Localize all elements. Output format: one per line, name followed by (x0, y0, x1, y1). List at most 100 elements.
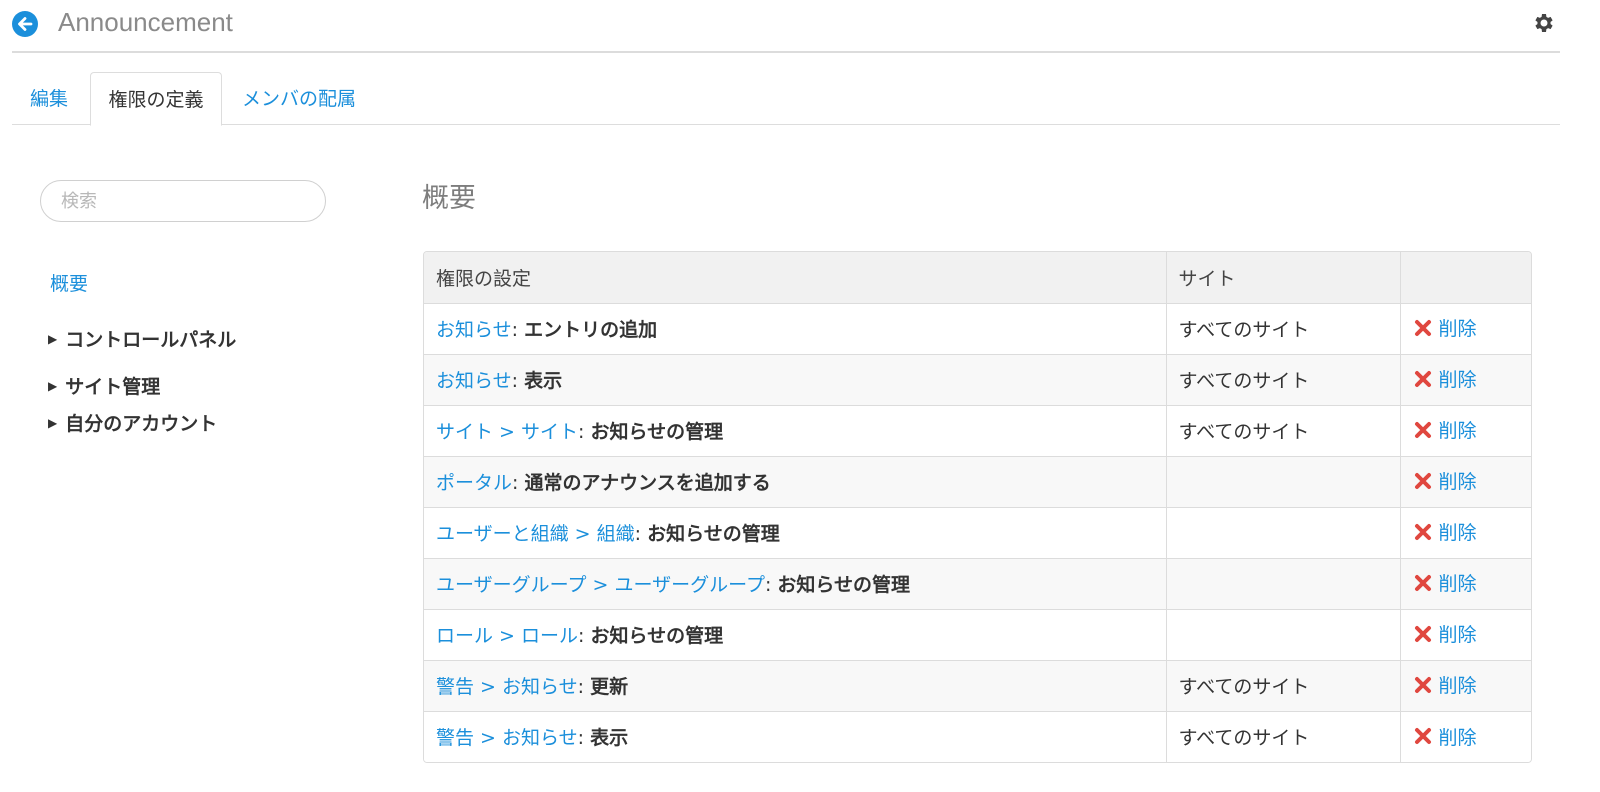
permission-cell: 警告 > お知らせ: 更新 (424, 660, 1167, 712)
delete-x-icon (1414, 625, 1431, 642)
table-row: ポータル: 通常のアナウンスを追加する 削除 (424, 456, 1531, 508)
permission-separator: : (512, 472, 525, 494)
tab-assign-members[interactable]: メンバの配属 (224, 72, 374, 126)
permission-resource-link[interactable]: 警告 > お知らせ (436, 676, 578, 698)
tab-define-permissions[interactable]: 権限の定義 (90, 72, 222, 126)
permission-separator: : (511, 319, 525, 341)
delete-label: 削除 (1438, 624, 1477, 647)
column-header-site: サイト (1166, 252, 1401, 304)
permission-action: エントリの追加 (524, 319, 658, 341)
back-button[interactable] (12, 11, 38, 37)
table-row: 警告 > お知らせ: 表示 すべてのサイト 削除 (424, 711, 1531, 762)
permission-action: 更新 (590, 676, 629, 698)
site-cell (1166, 609, 1401, 661)
site-cell (1166, 507, 1401, 559)
delete-label: 削除 (1438, 318, 1477, 341)
actions-cell: 削除 (1400, 405, 1531, 457)
permission-cell: ロール > ロール: お知らせの管理 (424, 609, 1167, 661)
permission-action: お知らせの管理 (647, 523, 780, 545)
delete-button[interactable]: 削除 (1413, 723, 1477, 750)
sidebar-item-summary[interactable]: 概要 (50, 269, 88, 296)
permission-resource-link[interactable]: お知らせ (436, 319, 512, 341)
app-title: Announcement (58, 7, 233, 37)
delete-label: 削除 (1438, 573, 1477, 596)
sidebar-item-site-admin[interactable]: ▶ サイト管理 (48, 372, 160, 399)
caret-right-icon: ▶ (48, 416, 58, 430)
permission-action: お知らせの管理 (590, 421, 724, 443)
delete-button[interactable]: 削除 (1413, 314, 1477, 341)
delete-x-icon (1414, 370, 1431, 387)
settings-button[interactable] (1532, 11, 1556, 35)
permission-action: お知らせの管理 (777, 574, 911, 596)
permission-separator: : (634, 523, 648, 545)
permission-resource-link[interactable]: ユーザーグループ > ユーザーグループ (436, 574, 765, 596)
delete-x-icon (1414, 472, 1431, 489)
search-input[interactable] (40, 180, 326, 222)
delete-x-icon (1414, 676, 1431, 693)
actions-cell: 削除 (1400, 660, 1531, 712)
permission-cell: ユーザーグループ > ユーザーグループ: お知らせの管理 (424, 558, 1167, 610)
delete-button[interactable]: 削除 (1413, 569, 1477, 596)
delete-label: 削除 (1438, 675, 1477, 698)
sidebar-item-control-panel[interactable]: ▶ コントロールパネル (48, 325, 236, 352)
column-header-actions (1400, 252, 1531, 304)
actions-cell: 削除 (1400, 507, 1531, 559)
delete-label: 削除 (1438, 726, 1477, 749)
caret-right-icon: ▶ (48, 379, 58, 393)
delete-label: 削除 (1438, 522, 1477, 545)
permission-resource-link[interactable]: 警告 > お知らせ (436, 727, 578, 749)
delete-x-icon (1414, 319, 1431, 336)
permission-resource-link[interactable]: お知らせ (436, 370, 512, 392)
site-cell (1166, 558, 1401, 610)
delete-label: 削除 (1438, 420, 1477, 443)
table-row: お知らせ: エントリの追加 すべてのサイト 削除 (424, 303, 1531, 355)
table-row: ユーザーと組織 > 組織: お知らせの管理 削除 (424, 507, 1531, 559)
permission-action: 通常のアナウンスを追加する (524, 472, 771, 494)
permission-separator: : (577, 727, 591, 750)
delete-button[interactable]: 削除 (1413, 416, 1477, 443)
tab-edit[interactable]: 編集 (12, 72, 86, 126)
delete-button[interactable]: 削除 (1413, 467, 1477, 494)
permission-separator: : (764, 574, 778, 596)
sidebar-item-my-account[interactable]: ▶ 自分のアカウント (48, 409, 217, 436)
table-header-row: 権限の設定 サイト (424, 252, 1531, 304)
delete-x-icon (1414, 728, 1431, 744)
permission-separator: : (578, 625, 591, 647)
permission-separator: : (578, 421, 591, 443)
site-cell: すべてのサイト (1166, 354, 1401, 406)
permission-resource-link[interactable]: ポータル (436, 472, 512, 494)
delete-button[interactable]: 削除 (1413, 518, 1477, 545)
permission-resource-link[interactable]: サイト > サイト (436, 421, 578, 443)
site-cell: すべてのサイト (1166, 303, 1401, 355)
app-header: Announcement (12, 0, 1560, 53)
permission-cell: サイト > サイト: お知らせの管理 (424, 405, 1167, 457)
permission-cell: ユーザーと組織 > 組織: お知らせの管理 (424, 507, 1167, 559)
site-cell: すべてのサイト (1166, 711, 1401, 762)
permission-cell: お知らせ: 表示 (424, 354, 1167, 406)
actions-cell: 削除 (1400, 558, 1531, 610)
delete-x-icon (1414, 421, 1431, 438)
delete-button[interactable]: 削除 (1413, 671, 1477, 698)
site-cell: すべてのサイト (1166, 660, 1401, 712)
caret-right-icon: ▶ (48, 332, 58, 346)
delete-label: 削除 (1438, 369, 1477, 392)
permission-separator: : (577, 676, 591, 698)
permission-separator: : (511, 370, 525, 392)
table-row: ロール > ロール: お知らせの管理 削除 (424, 609, 1531, 661)
back-arrow-icon (18, 17, 33, 31)
actions-cell: 削除 (1400, 303, 1531, 355)
permission-cell: お知らせ: エントリの追加 (424, 303, 1167, 355)
column-header-permission: 権限の設定 (424, 252, 1167, 304)
table-row: サイト > サイト: お知らせの管理 すべてのサイト 削除 (424, 405, 1531, 457)
permission-resource-link[interactable]: ユーザーと組織 > 組織 (436, 523, 635, 545)
actions-cell: 削除 (1400, 456, 1531, 508)
tab-bar: 編集 権限の定義 メンバの配属 (12, 72, 1560, 126)
table-row: 警告 > お知らせ: 更新 すべてのサイト 削除 (424, 660, 1531, 712)
actions-cell: 削除 (1400, 711, 1531, 762)
table-body: お知らせ: エントリの追加 すべてのサイト 削除 お知らせ: 表示 すべてのサイト 削除サ… (424, 303, 1531, 762)
permission-resource-link[interactable]: ロール > ロール (436, 625, 578, 647)
sidebar-item-label: 自分のアカウント (65, 413, 218, 435)
delete-button[interactable]: 削除 (1413, 365, 1477, 392)
delete-button[interactable]: 削除 (1413, 620, 1477, 647)
permission-action: お知らせの管理 (590, 625, 724, 647)
